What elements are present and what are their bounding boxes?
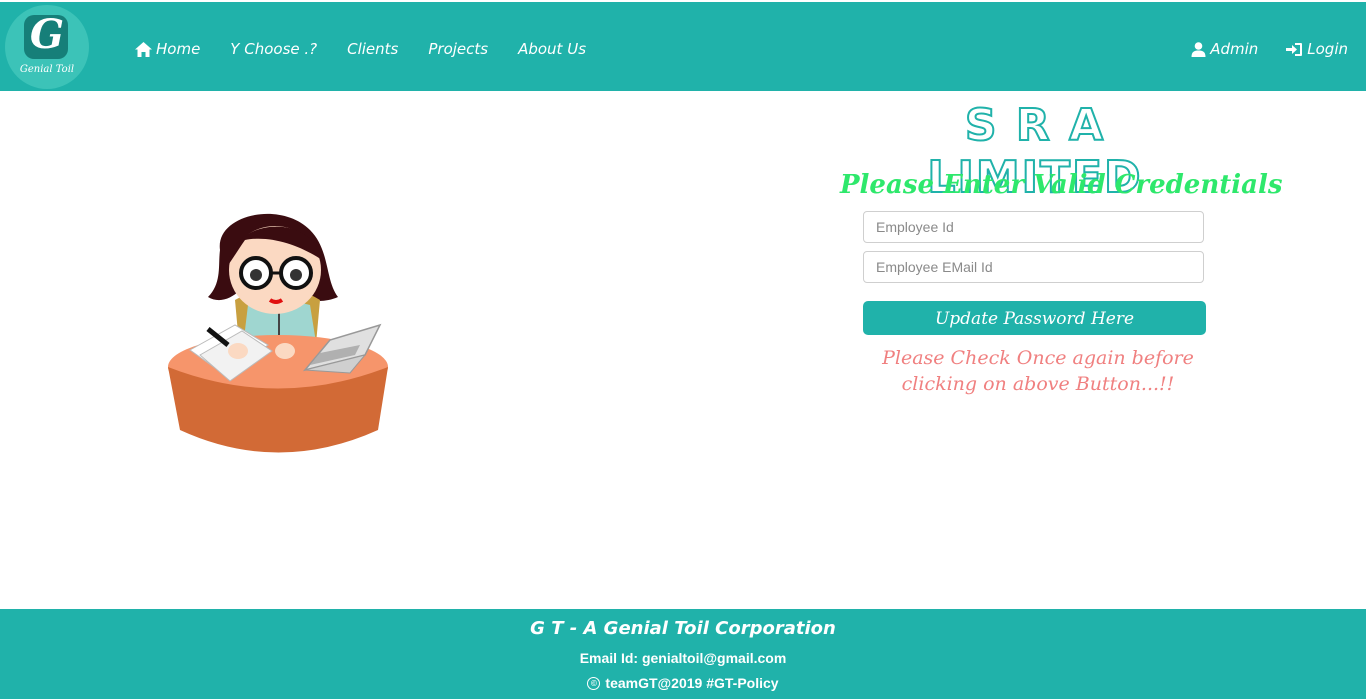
employee-id-input[interactable] — [863, 211, 1204, 243]
footer-email: Email Id: genialtoil@gmail.com — [579, 650, 787, 666]
footer: G T - A Genial Toil Corporation Email Id… — [0, 609, 1366, 699]
genial-toil-logo[interactable]: G Genial Toil — [5, 5, 89, 89]
home-icon — [135, 41, 152, 57]
nav-home-label: Home — [156, 40, 201, 58]
employee-illustration — [168, 213, 388, 453]
nav-login[interactable]: Login — [1286, 38, 1348, 60]
footer-copyright-text: teamGT@2019 #GT-Policy — [605, 675, 779, 691]
employee-email-input[interactable] — [863, 251, 1204, 283]
nav-y-choose[interactable]: Y Choose .? — [230, 38, 317, 60]
nav-admin[interactable]: Admin — [1191, 38, 1258, 60]
warning-message: Please Check Once again before clicking … — [882, 347, 1194, 395]
nav-projects-label: Projects — [428, 40, 489, 58]
navbar: G Genial Toil Home Y Choose .? Clients P… — [0, 2, 1366, 91]
update-password-button[interactable]: Update Password Here — [863, 301, 1206, 335]
login-icon — [1286, 42, 1303, 56]
logo-text: Genial Toil — [19, 64, 75, 75]
nav-projects[interactable]: Projects — [428, 38, 488, 60]
nav-clients-label: Clients — [347, 40, 399, 58]
nav-about-us-label: About Us — [518, 40, 587, 58]
credentials-heading: Please Enter Valid Credentials — [840, 170, 1283, 200]
nav-login-label: Login — [1307, 40, 1348, 58]
account-nav: Admin Login — [1163, 38, 1348, 60]
nav-admin-label: Admin — [1210, 40, 1259, 58]
nav-home[interactable]: Home — [135, 38, 200, 60]
nav-clients[interactable]: Clients — [347, 38, 398, 60]
nav-about-us[interactable]: About Us — [518, 38, 586, 60]
footer-copyright: © teamGT@2019 #GT-Policy — [0, 674, 1366, 692]
user-icon — [1191, 41, 1206, 57]
footer-title: G T - A Genial Toil Corporation — [530, 618, 836, 639]
copyright-icon: © — [587, 676, 601, 690]
nav-y-choose-label: Y Choose .? — [230, 40, 318, 58]
main-nav: Home Y Choose .? Clients Projects About … — [135, 38, 616, 60]
logo-letter: G — [29, 11, 65, 58]
